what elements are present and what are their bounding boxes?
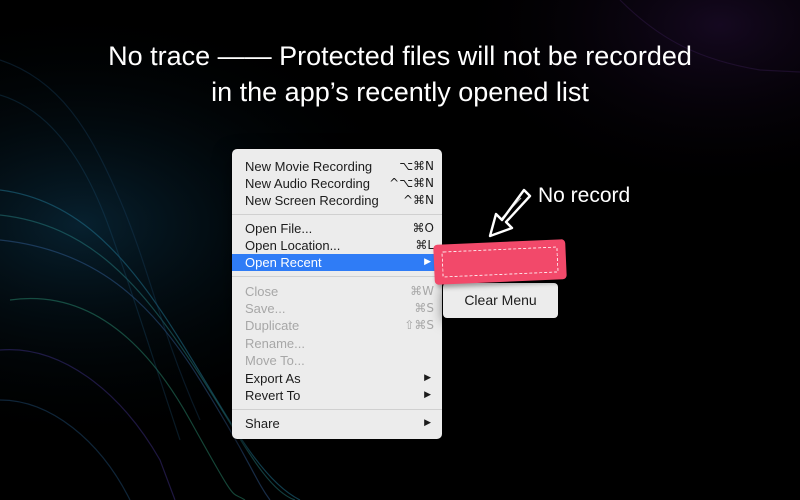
- menu-item-new-audio-recording[interactable]: New Audio Recording ^⌥⌘N: [232, 175, 442, 192]
- menu-item-save[interactable]: Save... ⌘S: [232, 300, 442, 317]
- menu-item-open-location[interactable]: Open Location... ⌘L: [232, 237, 442, 254]
- no-record-label: No record: [538, 184, 631, 207]
- empty-record-tag: [433, 239, 567, 285]
- submenu-arrow-icon: ▶: [424, 257, 431, 267]
- hand-drawn-arrow-icon: [488, 188, 532, 238]
- menu-item-new-movie-recording[interactable]: New Movie Recording ⌥⌘N: [232, 158, 442, 175]
- menu-item-shortcut: ⌘O: [412, 221, 434, 235]
- menu-item-shortcut: ⌘S: [414, 301, 434, 315]
- menu-item-label: New Movie Recording: [245, 159, 373, 174]
- headline-line-2: in the app’s recently opened list: [211, 77, 589, 107]
- menu-item-new-screen-recording[interactable]: New Screen Recording ^⌘N: [232, 192, 442, 209]
- submenu-arrow-icon: ▶: [424, 390, 431, 400]
- menu-item-move-to[interactable]: Move To...: [232, 352, 442, 369]
- menu-item-rename[interactable]: Rename...: [232, 335, 442, 352]
- menu-item-label: Share: [245, 416, 280, 431]
- menu-item-label: Open Location...: [245, 238, 341, 253]
- file-menu: New Movie Recording ⌥⌘N New Audio Record…: [232, 149, 442, 439]
- menu-item-shortcut: ⌥⌘N: [399, 159, 434, 173]
- menu-item-open-file[interactable]: Open File... ⌘O: [232, 220, 442, 237]
- menu-item-share[interactable]: Share ▶: [232, 415, 442, 432]
- menu-separator: [232, 409, 442, 410]
- menu-separator: [232, 276, 442, 277]
- menu-item-label: Open File...: [245, 221, 313, 236]
- menu-item-label: Duplicate: [245, 318, 300, 333]
- menu-item-shortcut: ⌘L: [415, 238, 434, 252]
- menu-item-open-recent[interactable]: Open Recent ▶: [232, 254, 442, 271]
- menu-item-shortcut: ^⌘N: [402, 193, 434, 207]
- menu-item-label: Export As: [245, 371, 301, 386]
- open-recent-submenu: Clear Menu: [443, 283, 558, 318]
- submenu-arrow-icon: ▶: [424, 418, 431, 428]
- submenu-arrow-icon: ▶: [424, 373, 431, 383]
- menu-item-label: Close: [245, 284, 279, 299]
- clear-menu-item[interactable]: Clear Menu: [443, 292, 558, 308]
- menu-item-label: Move To...: [245, 353, 305, 368]
- menu-item-shortcut: ^⌥⌘N: [389, 176, 434, 190]
- menu-item-shortcut: ⇧⌘S: [404, 318, 434, 332]
- menu-item-close[interactable]: Close ⌘W: [232, 283, 442, 300]
- menu-item-label: New Screen Recording: [245, 193, 379, 208]
- menu-item-label: Open Recent: [245, 255, 322, 270]
- menu-separator: [232, 214, 442, 215]
- tag-stitch-border: [441, 246, 559, 278]
- menu-item-label: Save...: [245, 301, 286, 316]
- headline: No trace —— Protected files will not be …: [0, 38, 800, 110]
- menu-item-label: Rename...: [245, 336, 305, 351]
- menu-item-label: Revert To: [245, 388, 301, 403]
- menu-item-shortcut: ⌘W: [410, 284, 434, 298]
- menu-item-duplicate[interactable]: Duplicate ⇧⌘S: [232, 317, 442, 334]
- menu-item-export-as[interactable]: Export As ▶: [232, 370, 442, 387]
- menu-item-revert-to[interactable]: Revert To ▶: [232, 387, 442, 404]
- headline-line-1: No trace —— Protected files will not be …: [108, 41, 692, 71]
- menu-item-label: New Audio Recording: [245, 176, 371, 191]
